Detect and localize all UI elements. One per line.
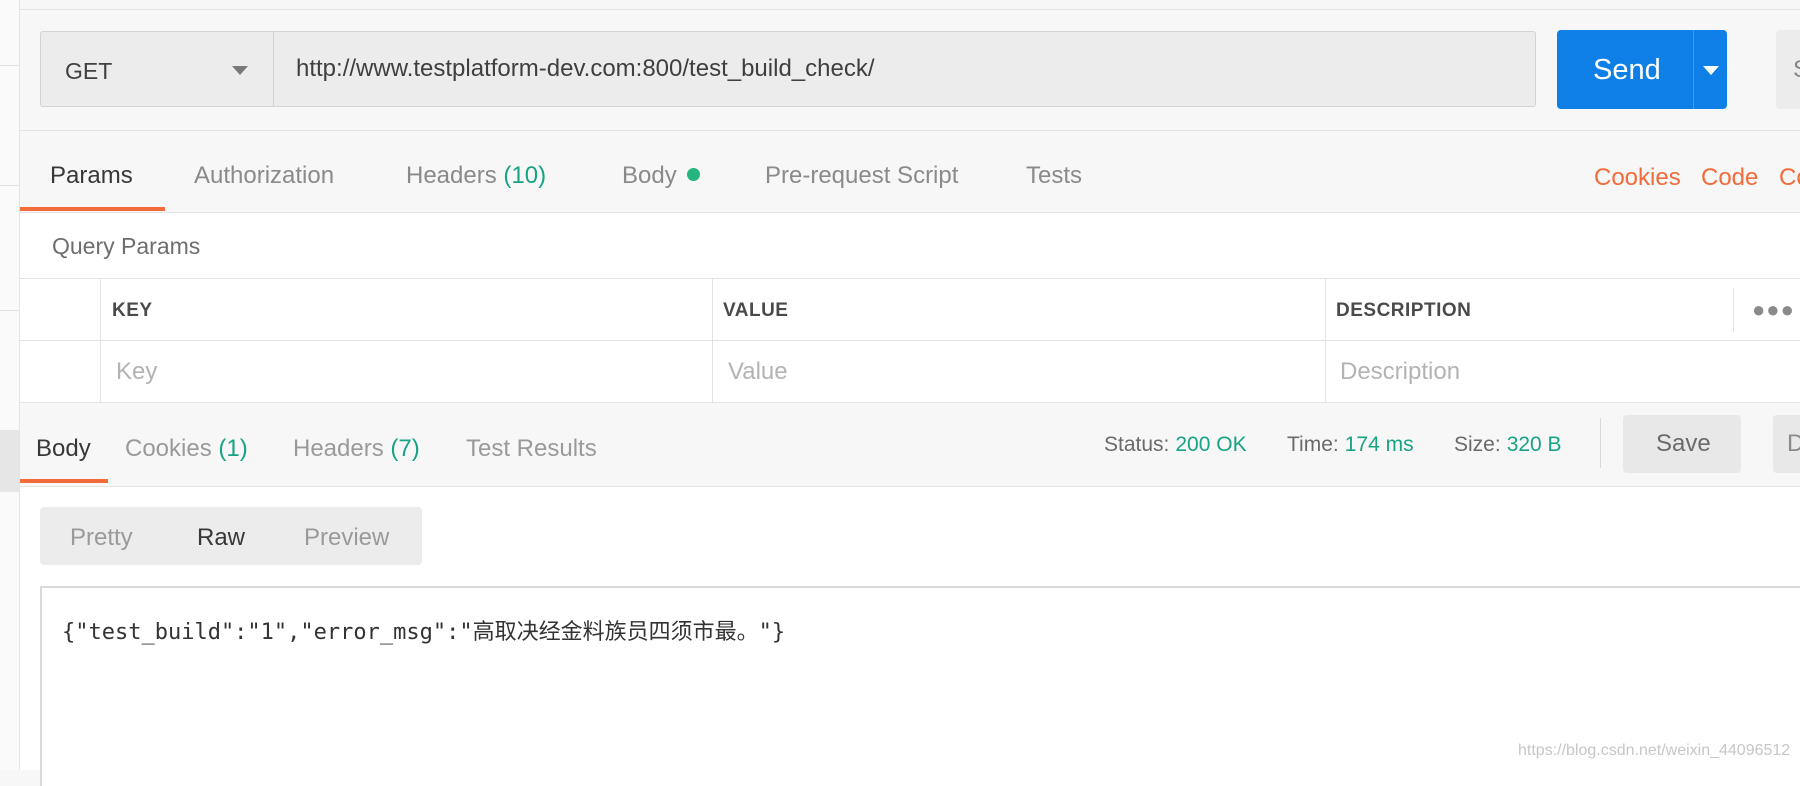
- tab-label: Tests: [1026, 162, 1083, 189]
- tab-label: Cookies: [125, 435, 212, 462]
- tab-label: Body: [622, 162, 677, 189]
- format-preview[interactable]: Preview: [304, 524, 389, 552]
- format-pretty[interactable]: Pretty: [70, 524, 133, 552]
- more-horizontal-icon[interactable]: ●●●: [1752, 297, 1795, 323]
- tab-label: Pre-request Script: [765, 162, 959, 189]
- table-border: [20, 278, 1800, 279]
- column-divider: [100, 278, 101, 402]
- save-request-button[interactable]: S: [1776, 30, 1800, 109]
- description-input[interactable]: Description: [1340, 358, 1460, 386]
- column-header-description: DESCRIPTION: [1336, 300, 1472, 321]
- status-value: 200 OK: [1175, 433, 1247, 456]
- size-value: 320 B: [1506, 433, 1562, 456]
- size-info: Size: 320 B: [1454, 433, 1562, 457]
- response-tab-body[interactable]: Body: [36, 435, 91, 463]
- tab-label: Body: [36, 435, 91, 462]
- url-input[interactable]: http://www.testplatform-dev.com:800/test…: [273, 31, 1536, 107]
- size-label: Size:: [1454, 433, 1501, 456]
- sidebar-divider: [0, 310, 19, 311]
- table-border: [20, 340, 1800, 341]
- chevron-down-icon: [232, 66, 248, 75]
- green-dot-icon: [686, 168, 700, 181]
- response-tab-test-results[interactable]: Test Results: [466, 435, 597, 463]
- tab-authorization[interactable]: Authorization: [194, 162, 334, 190]
- download-label: D: [1787, 430, 1800, 457]
- time-label: Time:: [1287, 433, 1339, 456]
- tab-count: (1): [218, 435, 248, 462]
- divider: [1600, 418, 1601, 468]
- download-button[interactable]: D: [1773, 415, 1800, 473]
- sidebar-selected-item[interactable]: [0, 430, 19, 492]
- tab-label: Test Results: [466, 435, 597, 462]
- response-tab-cookies[interactable]: Cookies (1): [125, 435, 248, 463]
- value-input[interactable]: Value: [728, 358, 788, 386]
- code-link[interactable]: Code: [1701, 164, 1758, 192]
- tab-body[interactable]: Body: [622, 162, 700, 190]
- save-request-label: S: [1793, 56, 1800, 84]
- method-select[interactable]: GET: [40, 31, 273, 107]
- column-divider: [712, 278, 713, 402]
- left-sidebar-strip: [0, 0, 20, 770]
- method-label: GET: [65, 58, 113, 84]
- active-tab-indicator: [20, 479, 108, 483]
- tab-count: (10): [503, 162, 547, 189]
- save-response-button[interactable]: Save: [1623, 415, 1741, 473]
- column-divider: [1325, 278, 1326, 402]
- column-divider: [1733, 288, 1734, 332]
- tab-label: Params: [50, 162, 133, 189]
- key-input[interactable]: Key: [116, 358, 157, 386]
- response-tab-headers[interactable]: Headers (7): [293, 435, 420, 463]
- cookies-link[interactable]: Cookies: [1594, 164, 1681, 192]
- time-value: 174 ms: [1344, 433, 1414, 456]
- send-button[interactable]: Send: [1557, 30, 1727, 109]
- column-header-key: KEY: [112, 300, 153, 321]
- save-label: Save: [1656, 430, 1711, 457]
- top-divider: [20, 9, 1800, 10]
- tab-label: Headers: [293, 435, 384, 462]
- tab-headers[interactable]: Headers (10): [406, 162, 546, 190]
- response-body-text: {"test_build":"1","error_msg":"高取决经金料族员四…: [62, 620, 786, 645]
- tab-label: Headers: [406, 162, 497, 189]
- send-divider: [1693, 30, 1694, 109]
- tab-pre-request-script[interactable]: Pre-request Script: [765, 162, 958, 190]
- tab-count: (7): [390, 435, 420, 462]
- watermark: https://blog.csdn.net/weixin_44096512: [1518, 742, 1791, 759]
- sidebar-divider: [0, 65, 19, 66]
- time-info: Time: 174 ms: [1287, 433, 1414, 457]
- params-panel: [20, 212, 1800, 404]
- status-label: Status:: [1104, 433, 1170, 456]
- tab-params[interactable]: Params: [50, 162, 133, 190]
- format-toggle: Pretty Raw Preview: [40, 507, 422, 565]
- tab-label: Authorization: [194, 162, 335, 189]
- send-label: Send: [1593, 54, 1661, 86]
- format-raw[interactable]: Raw: [197, 524, 245, 552]
- tab-tests[interactable]: Tests: [1026, 162, 1082, 190]
- column-header-value: VALUE: [723, 300, 789, 321]
- sidebar-divider: [0, 185, 19, 186]
- send-options-chevron-icon[interactable]: [1703, 66, 1719, 75]
- divider: [20, 130, 1800, 131]
- status-info: Status: 200 OK: [1104, 433, 1247, 457]
- query-params-title: Query Params: [52, 233, 201, 259]
- comments-link[interactable]: Co: [1779, 164, 1800, 192]
- active-tab-indicator: [20, 207, 165, 211]
